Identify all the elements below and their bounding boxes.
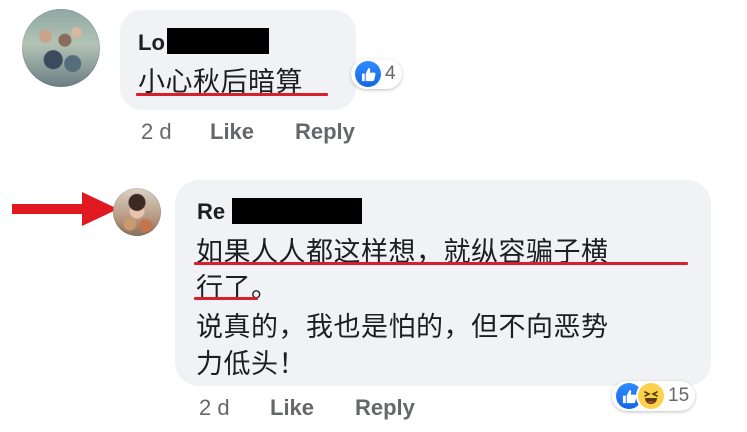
comment-text-line: 力低头！	[196, 349, 306, 380]
like-button[interactable]: Like	[210, 119, 254, 145]
reaction-summary[interactable]: 4	[351, 59, 402, 89]
reaction-count: 15	[668, 385, 690, 406]
name-redaction	[232, 198, 362, 224]
thumbs-up-icon	[355, 61, 381, 87]
like-button[interactable]: Like	[270, 395, 314, 421]
commenter-avatar[interactable]	[22, 9, 100, 87]
commenter-avatar[interactable]	[113, 188, 161, 236]
comment-timestamp[interactable]: 2 d	[141, 119, 172, 145]
reply-button[interactable]: Reply	[355, 395, 415, 421]
red-underline	[136, 93, 328, 96]
reaction-summary[interactable]: 15	[612, 381, 696, 411]
red-underline	[194, 297, 258, 300]
comment-text-line: 说真的，我也是怕的，但不向恶势	[196, 312, 609, 343]
comment-author-name[interactable]: Lo	[138, 30, 165, 56]
reply-button[interactable]: Reply	[295, 119, 355, 145]
red-arrow-annotation	[12, 192, 118, 226]
name-redaction	[167, 28, 269, 54]
comment-timestamp[interactable]: 2 d	[199, 395, 230, 421]
reaction-count: 4	[385, 63, 396, 84]
haha-icon	[638, 383, 664, 409]
comment-author-name[interactable]: Re	[197, 199, 225, 225]
red-underline	[194, 262, 688, 265]
